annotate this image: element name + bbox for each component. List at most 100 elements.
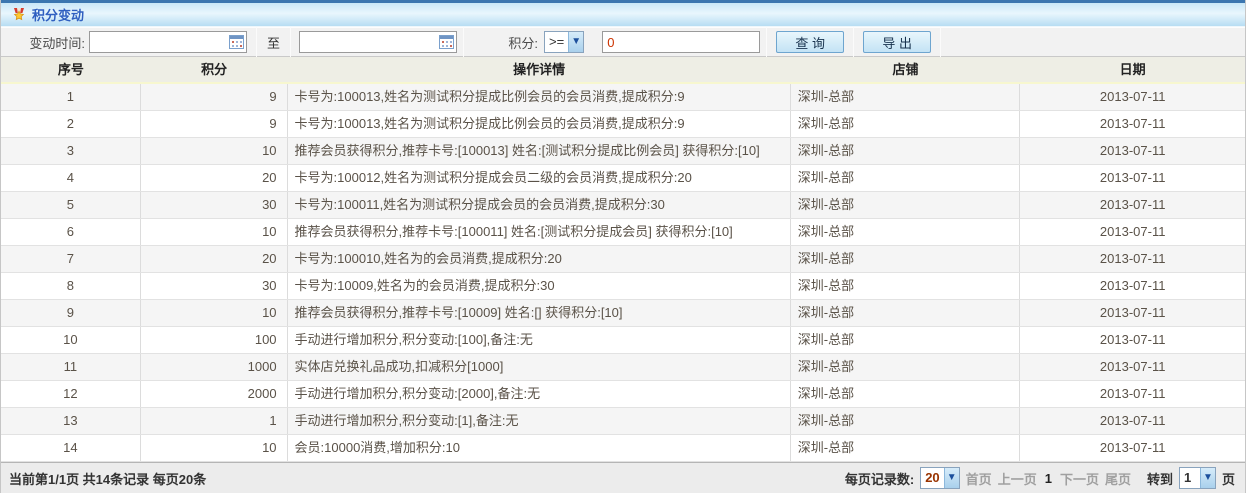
page-size-select[interactable]: 20 ▼ [920,467,959,489]
export-button[interactable]: 导 出 [863,31,931,53]
filter-bar: 变动时间: 至 [1,27,1245,57]
cell-no: 4 [1,165,141,191]
last-page-link[interactable]: 尾页 [1105,469,1131,488]
table-row[interactable]: 14 10 会员:10000消费,增加积分:10 深圳-总部 2013-07-1… [1,435,1245,462]
cell-no: 7 [1,246,141,272]
medal-icon [11,7,27,23]
cell-no: 11 [1,354,141,380]
cell-store: 深圳-总部 [791,111,1021,137]
cell-points: 10 [141,138,288,164]
table-row[interactable]: 3 10 推荐会员获得积分,推荐卡号:[100013] 姓名:[测试积分提成比例… [1,138,1245,165]
cell-date: 2013-07-11 [1020,381,1245,407]
table-row[interactable]: 11 1000 实体店兑换礼品成功,扣减积分[1000] 深圳-总部 2013-… [1,354,1245,381]
table-row[interactable]: 13 1 手动进行增加积分,积分变动:[1],备注:无 深圳-总部 2013-0… [1,408,1245,435]
cell-points: 20 [141,246,288,272]
cell-detail: 卡号为:100011,姓名为测试积分提成会员的会员消费,提成积分:30 [288,192,791,218]
table-row[interactable]: 2 9 卡号为:100013,姓名为测试积分提成比例会员的会员消费,提成积分:9… [1,111,1245,138]
table-row[interactable]: 12 2000 手动进行增加积分,积分变动:[2000],备注:无 深圳-总部 … [1,381,1245,408]
to-label: 至 [257,33,290,52]
cell-store: 深圳-总部 [791,84,1021,110]
cell-detail: 卡号为:100013,姓名为测试积分提成比例会员的会员消费,提成积分:9 [288,111,791,137]
cell-store: 深圳-总部 [791,381,1021,407]
cell-detail: 手动进行增加积分,积分变动:[1],备注:无 [288,408,791,434]
page-size-value: 20 [921,468,943,488]
cell-detail: 卡号为:100013,姓名为测试积分提成比例会员的会员消费,提成积分:9 [288,84,791,110]
cell-points: 30 [141,273,288,299]
page-size-label: 每页记录数: [845,469,914,488]
cell-date: 2013-07-11 [1020,246,1245,272]
header-no[interactable]: 序号 [1,57,141,82]
cell-points: 9 [141,111,288,137]
goto-page-select[interactable]: 1 ▼ [1179,467,1216,489]
cell-detail: 卡号为:10009,姓名为的会员消费,提成积分:30 [288,273,791,299]
query-button[interactable]: 查 询 [776,31,844,53]
cell-detail: 会员:10000消费,增加积分:10 [288,435,791,461]
cell-store: 深圳-总部 [791,327,1021,353]
cell-date: 2013-07-11 [1020,165,1245,191]
cell-store: 深圳-总部 [791,273,1021,299]
first-page-link[interactable]: 首页 [966,469,992,488]
cell-points: 1 [141,408,288,434]
table-header-row: 序号 积分 操作详情 店铺 日期 [1,57,1245,84]
cell-date: 2013-07-11 [1020,84,1245,110]
calendar-icon[interactable] [229,35,244,49]
goto-label: 转到 [1147,469,1173,488]
cell-store: 深圳-总部 [791,138,1021,164]
cell-no: 14 [1,435,141,461]
cell-detail: 卡号为:100010,姓名为的会员消费,提成积分:20 [288,246,791,272]
points-value-input[interactable] [602,31,760,53]
cell-no: 2 [1,111,141,137]
query-cell: 查 询 [767,31,853,53]
page-suffix-label: 页 [1222,469,1235,488]
header-points[interactable]: 积分 [141,57,288,82]
divider [463,27,464,57]
cell-date: 2013-07-11 [1020,273,1245,299]
prev-page-link[interactable]: 上一页 [998,469,1037,488]
cell-no: 6 [1,219,141,245]
cell-detail: 实体店兑换礼品成功,扣减积分[1000] [288,354,791,380]
cell-no: 13 [1,408,141,434]
table-row[interactable]: 8 30 卡号为:10009,姓名为的会员消费,提成积分:30 深圳-总部 20… [1,273,1245,300]
table-body: 1 9 卡号为:100013,姓名为测试积分提成比例会员的会员消费,提成积分:9… [1,84,1245,462]
chevron-down-icon: ▼ [568,32,583,52]
table-row[interactable]: 10 100 手动进行增加积分,积分变动:[100],备注:无 深圳-总部 20… [1,327,1245,354]
cell-store: 深圳-总部 [791,354,1021,380]
header-store[interactable]: 店铺 [791,57,1021,82]
cell-no: 8 [1,273,141,299]
cell-points: 10 [141,219,288,245]
points-change-window: 积分变动 变动时间: 至 [0,0,1246,493]
table-row[interactable]: 7 20 卡号为:100010,姓名为的会员消费,提成积分:20 深圳-总部 2… [1,246,1245,273]
cell-detail: 手动进行增加积分,积分变动:[2000],备注:无 [288,381,791,407]
table-row[interactable]: 9 10 推荐会员获得积分,推荐卡号:[10009] 姓名:[] 获得积分:[1… [1,300,1245,327]
cell-no: 5 [1,192,141,218]
header-detail[interactable]: 操作详情 [288,57,791,82]
date-to-wrap [299,31,457,53]
cell-no: 3 [1,138,141,164]
cell-store: 深圳-总部 [791,408,1021,434]
header-date[interactable]: 日期 [1020,57,1245,82]
table-row[interactable]: 5 30 卡号为:100011,姓名为测试积分提成会员的会员消费,提成积分:30… [1,192,1245,219]
table-row[interactable]: 4 20 卡号为:100012,姓名为测试积分提成会员二级的会员消费,提成积分:… [1,165,1245,192]
current-page-number[interactable]: 1 [1045,471,1052,486]
divider [940,27,941,57]
pagination-bar: 当前第1/1页 共14条记录 每页20条 每页记录数: 20 ▼ 首页 上一页 … [1,462,1245,493]
points-operator-select[interactable]: >= ▼ [544,31,584,53]
table-row[interactable]: 1 9 卡号为:100013,姓名为测试积分提成比例会员的会员消费,提成积分:9… [1,84,1245,111]
points-label: 积分: [494,33,544,52]
title-bar: 积分变动 [1,3,1245,27]
next-page-link[interactable]: 下一页 [1060,469,1099,488]
operator-value: >= [545,32,568,52]
change-time-label: 变动时间: [1,33,89,52]
date-to-input[interactable] [299,31,457,53]
cell-date: 2013-07-11 [1020,327,1245,353]
calendar-icon[interactable] [439,35,454,49]
cell-date: 2013-07-11 [1020,300,1245,326]
table-row[interactable]: 6 10 推荐会员获得积分,推荐卡号:[100011] 姓名:[测试积分提成会员… [1,219,1245,246]
date-from-input[interactable] [89,31,247,53]
page-title: 积分变动 [32,5,84,24]
pagination-summary: 当前第1/1页 共14条记录 每页20条 [1,469,845,488]
cell-no: 1 [1,84,141,110]
chevron-down-icon: ▼ [944,468,959,488]
divider [290,27,291,57]
cell-detail: 推荐会员获得积分,推荐卡号:[100011] 姓名:[测试积分提成会员] 获得积… [288,219,791,245]
